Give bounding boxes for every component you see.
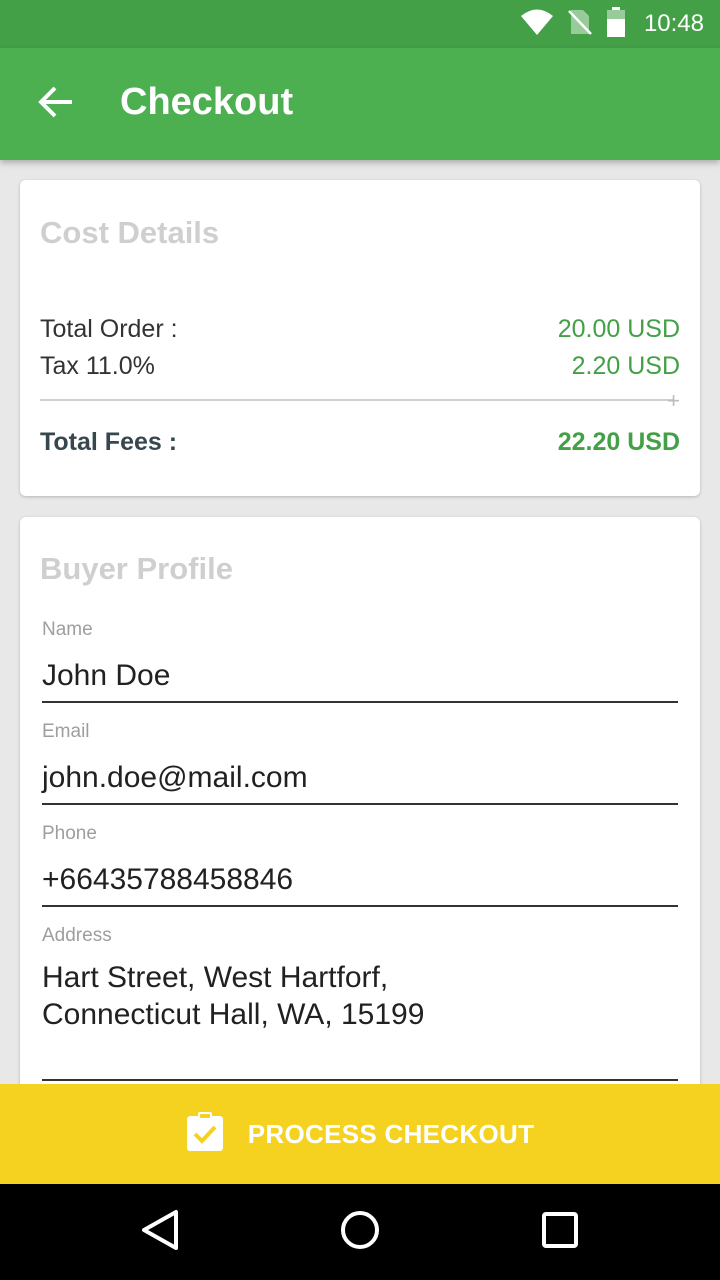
cost-details-card: Cost Details Total Order : 20.00 USD Tax…	[20, 180, 700, 496]
cost-row-total-order: Total Order : 20.00 USD	[40, 315, 680, 344]
phone-input[interactable]: +66435788458846	[42, 863, 678, 897]
back-button[interactable]	[28, 76, 84, 132]
email-label: Email	[42, 721, 90, 742]
triangle-back-icon	[140, 1209, 180, 1256]
status-bar: 10:48	[0, 0, 720, 48]
total-fees-label: Total Fees :	[40, 428, 178, 456]
address-label: Address	[42, 925, 112, 946]
cost-row-label: Tax 11.0%	[40, 352, 155, 380]
nav-home-button[interactable]	[336, 1208, 384, 1256]
nav-recents-button[interactable]	[536, 1208, 584, 1256]
cost-details-title: Cost Details	[40, 215, 220, 250]
address-input[interactable]: Hart Street, West Hartforf, Connecticut …	[42, 959, 678, 1033]
square-recents-icon	[541, 1211, 579, 1254]
process-checkout-label: PROCESS CHECKOUT	[247, 1118, 535, 1149]
phone-label: Phone	[42, 823, 97, 844]
wifi-icon	[520, 8, 554, 41]
total-fees-value: 22.20 USD	[557, 428, 680, 456]
status-icons: 10:48	[520, 0, 704, 48]
address-underline	[42, 1079, 678, 1081]
buyer-profile-title: Buyer Profile	[40, 551, 233, 586]
checkout-content[interactable]: Cost Details Total Order : 20.00 USD Tax…	[0, 160, 720, 1084]
process-checkout-button[interactable]: PROCESS CHECKOUT	[0, 1084, 720, 1184]
navigation-bar	[0, 1184, 720, 1280]
plus-sign: +	[667, 388, 680, 413]
email-underline	[42, 803, 678, 805]
no-sim-icon	[568, 8, 592, 41]
email-input[interactable]: john.doe@mail.com	[42, 761, 678, 795]
clipboard-check-icon	[186, 1111, 224, 1157]
cost-row-label: Total Order :	[40, 315, 178, 343]
cost-row-tax: Tax 11.0% 2.20 USD	[40, 352, 680, 381]
status-time: 10:48	[643, 10, 704, 37]
cost-row-total-fees: Total Fees : 22.20 USD	[40, 428, 680, 457]
app-bar: Checkout	[0, 48, 720, 160]
page-title: Checkout	[120, 81, 294, 123]
buyer-profile-card: Buyer Profile Name John Doe Email john.d…	[20, 517, 700, 1084]
battery-icon	[606, 6, 626, 42]
name-label: Name	[42, 619, 93, 640]
cost-row-value: 20.00 USD	[557, 315, 680, 343]
cost-divider	[40, 399, 674, 401]
nav-back-button[interactable]	[136, 1208, 184, 1256]
name-underline	[42, 701, 678, 703]
arrow-left-icon	[38, 86, 74, 123]
phone-underline	[42, 905, 678, 907]
name-input[interactable]: John Doe	[42, 659, 678, 693]
circle-home-icon	[339, 1209, 381, 1256]
cost-row-value: 2.20 USD	[571, 352, 680, 380]
